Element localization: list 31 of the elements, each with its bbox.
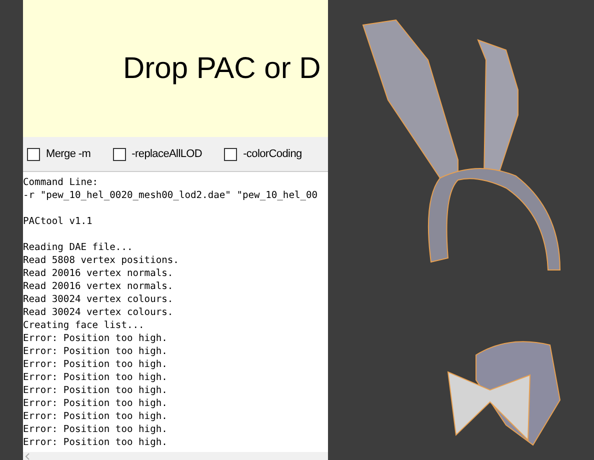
log-line: Error: Position too high. bbox=[23, 332, 168, 345]
log-line: Command Line: bbox=[23, 176, 98, 189]
drop-area[interactable]: Drop PAC or D bbox=[23, 0, 328, 137]
horizontal-scrollbar[interactable] bbox=[23, 452, 328, 460]
option-checkbox[interactable]: -replaceAllLOD bbox=[112, 146, 202, 162]
drop-hint: Drop PAC or D bbox=[123, 51, 321, 87]
option-label: -colorCoding bbox=[243, 146, 302, 162]
option-checkbox[interactable]: Merge -m bbox=[27, 146, 91, 162]
log-line: Error: Position too high. bbox=[23, 345, 168, 358]
log-line: -r "pew_10_hel_0020_mesh00_lod2.dae" "pew_10_hel_00 bbox=[23, 189, 318, 202]
log-line: Read 30024 vertex colours. bbox=[23, 306, 174, 319]
option-label: Merge -m bbox=[46, 146, 91, 162]
log-line: Read 20016 vertex normals. bbox=[23, 280, 174, 293]
log-line: PACtool v1.1 bbox=[23, 215, 92, 228]
option-label: -replaceAllLOD bbox=[132, 146, 202, 162]
log-line: Error: Position too high. bbox=[23, 371, 168, 384]
log-line: Error: Position too high. bbox=[23, 384, 168, 397]
checkbox[interactable] bbox=[224, 148, 238, 160]
log-line: Error: Position too high. bbox=[23, 436, 168, 449]
log-line: Error: Position too high. bbox=[23, 358, 168, 371]
log-line: Error: Position too high. bbox=[23, 397, 168, 410]
option-checkbox[interactable]: -colorCoding bbox=[224, 146, 302, 162]
log-line: Read 5808 vertex positions. bbox=[23, 254, 179, 267]
log-line: Error: Position too high. bbox=[23, 410, 168, 423]
checkbox[interactable] bbox=[27, 148, 40, 160]
checkbox[interactable] bbox=[112, 148, 126, 160]
log-line: Reading DAE file... bbox=[23, 241, 133, 254]
log-line: Error: Position too high. bbox=[23, 423, 168, 436]
log-line: Read 20016 vertex normals. bbox=[23, 267, 174, 280]
log-line: Creating face list... bbox=[23, 319, 144, 332]
log-line: Read 30024 vertex colours. bbox=[23, 293, 174, 306]
